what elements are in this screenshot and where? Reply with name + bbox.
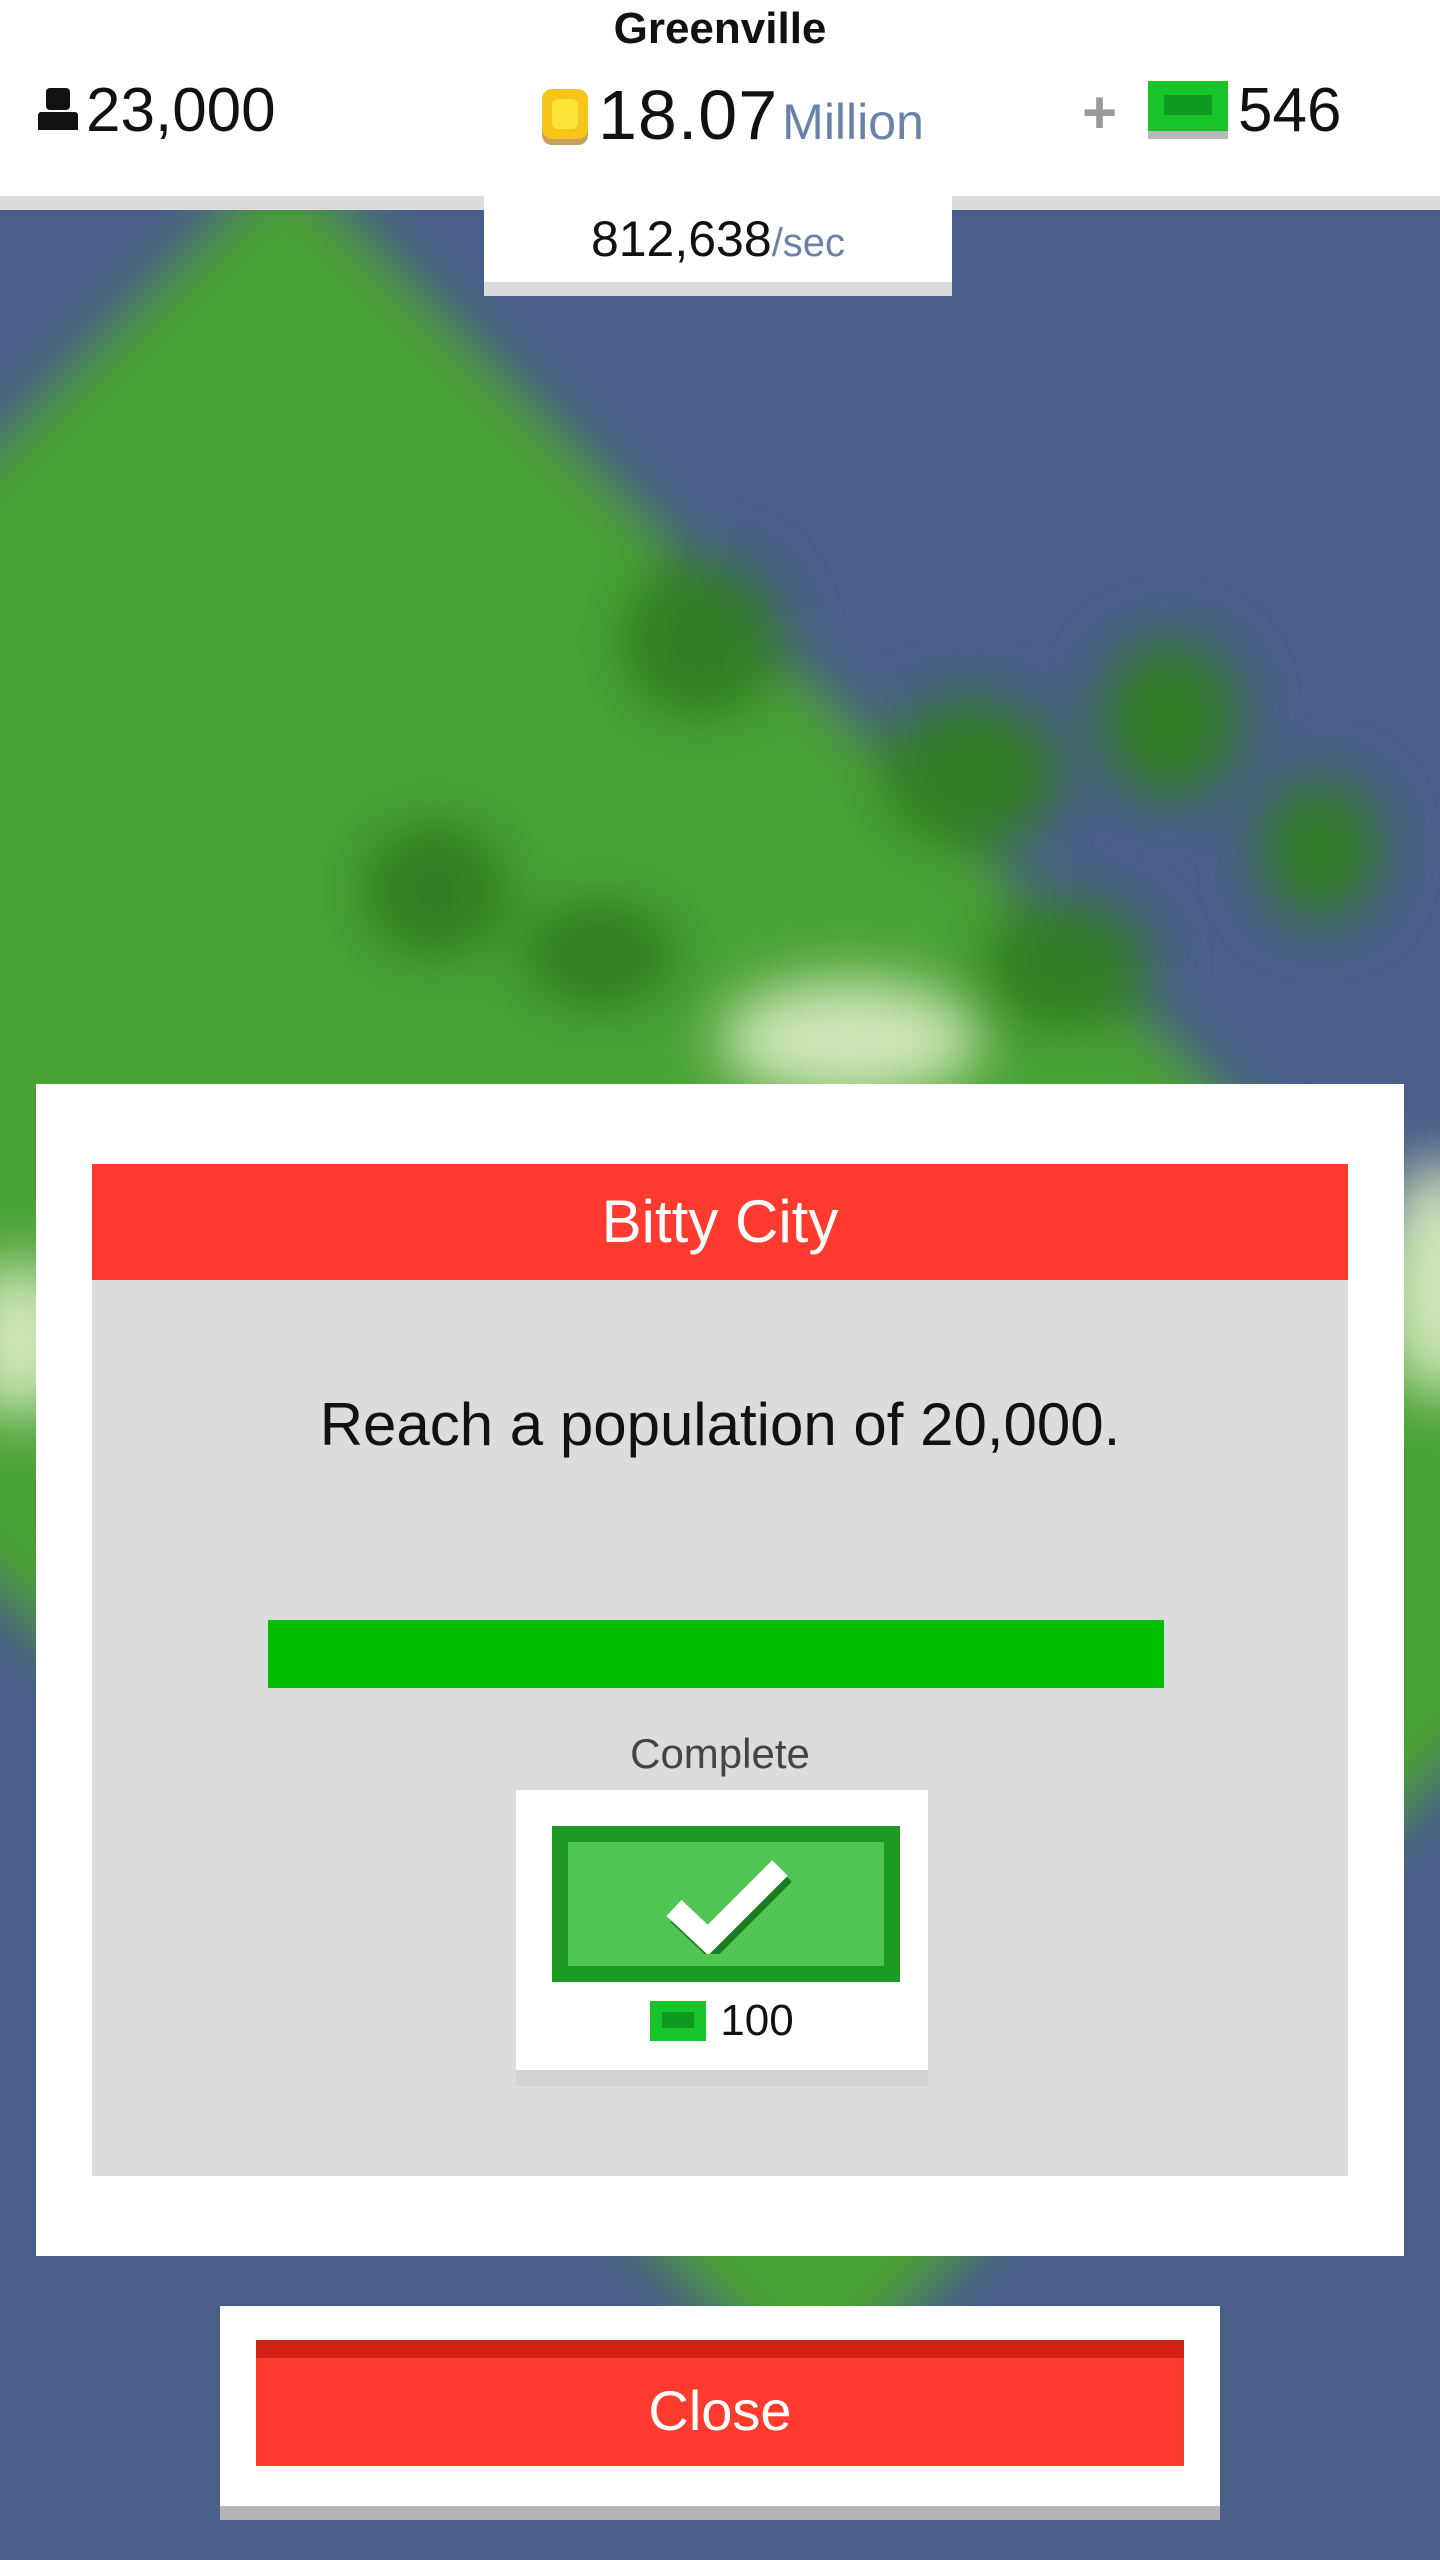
coins-unit: Million bbox=[782, 94, 924, 150]
reward-card: 100 bbox=[516, 1790, 928, 2086]
reward-amount: 100 bbox=[516, 1996, 928, 2046]
claim-reward-button[interactable] bbox=[552, 1826, 900, 1982]
close-button-container: Close bbox=[220, 2306, 1220, 2520]
goal-progress-fill bbox=[268, 1620, 1164, 1688]
close-button[interactable]: Close bbox=[256, 2340, 1184, 2466]
cash-display[interactable]: 546 bbox=[1148, 70, 1341, 150]
person-icon bbox=[36, 86, 80, 134]
coin-icon bbox=[540, 85, 592, 145]
coins-display: 18.07 Million bbox=[540, 70, 924, 160]
reward-amount-value: 100 bbox=[720, 1996, 794, 2045]
goal-progress-bar bbox=[268, 1620, 1164, 1688]
top-hud: Greenville 23,000 18.07 Million + 546 bbox=[0, 0, 1440, 210]
checkmark-icon bbox=[666, 1860, 792, 1954]
coins-value: 18.07 bbox=[598, 76, 779, 154]
population-value: 23,000 bbox=[86, 75, 276, 145]
goal-panel: Reach a population of 20,000. Complete 1… bbox=[92, 1280, 1348, 2176]
cash-value: 546 bbox=[1238, 75, 1342, 145]
cash-icon bbox=[1148, 81, 1228, 139]
income-rate-unit: /sec bbox=[771, 221, 846, 265]
goal-dialog: Bitty City Reach a population of 20,000.… bbox=[36, 1084, 1404, 2256]
goal-title: Bitty City bbox=[92, 1164, 1348, 1280]
goal-description: Reach a population of 20,000. bbox=[319, 1391, 1121, 1458]
city-name: Greenville bbox=[613, 4, 827, 53]
buy-cash-plus-button[interactable]: + bbox=[1082, 78, 1117, 147]
cash-icon bbox=[650, 2001, 707, 2041]
population-display: 23,000 bbox=[36, 70, 276, 150]
goal-status: Complete bbox=[630, 1730, 810, 1777]
income-rate-value: 812,638 bbox=[590, 211, 772, 267]
income-rate-tab: 812,638/sec bbox=[484, 196, 952, 296]
